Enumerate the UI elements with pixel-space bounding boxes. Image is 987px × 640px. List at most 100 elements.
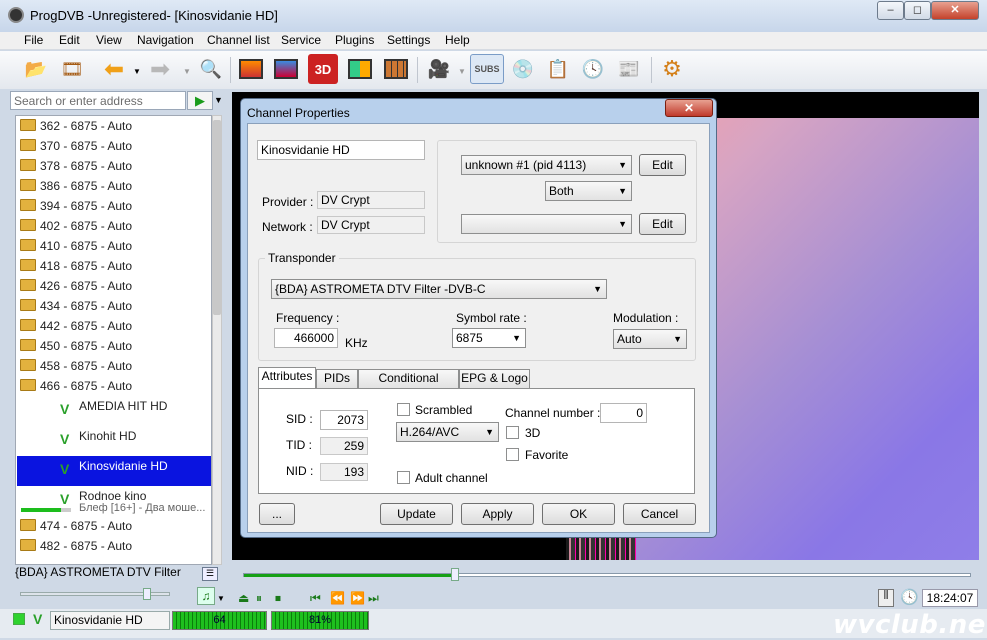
scan-icon[interactable]: 🔍 [196,54,226,84]
transponder-item[interactable]: 410 - 6875 - Auto [17,236,211,256]
epg-list-icon[interactable]: 📋 [543,54,573,84]
transponder-item[interactable]: 434 - 6875 - Auto [17,296,211,316]
menu-view[interactable]: View [96,33,122,47]
skip-back-icon[interactable]: ⏮ [310,591,321,606]
transponder-item[interactable]: 474 - 6875 - Auto [17,516,211,536]
tab-conditional-access[interactable]: Conditional Access [358,369,459,402]
tab-epg-logo[interactable]: EPG & Logo [459,369,530,388]
menu-help[interactable]: Help [445,33,470,47]
forward-arrow-icon[interactable]: ➡ [145,54,175,84]
apply-button[interactable]: Apply [461,503,534,525]
record-dropdown-icon[interactable]: ▼ [458,67,466,76]
volume-knob[interactable] [143,588,151,600]
adult-channel-checkbox[interactable] [397,471,410,484]
scrambled-checkbox[interactable] [397,403,410,416]
codec-select[interactable]: H.264/AVC ▼ [396,422,499,442]
transponder-item[interactable]: 426 - 6875 - Auto [17,276,211,296]
film-reel-icon[interactable]: 🎞 [57,54,87,84]
subtitles-icon[interactable]: SUBS [470,54,504,84]
record-icon[interactable]: 🎥 [424,54,454,84]
transponder-item[interactable]: 458 - 6875 - Auto [17,356,211,376]
subtitle-track-select[interactable]: ▼ [461,214,632,234]
3d-checkbox[interactable] [506,426,519,439]
pip-icon[interactable] [345,54,375,84]
gear-icon[interactable]: ⚙ [657,54,687,84]
edit-subtitle-button[interactable]: Edit [639,213,686,235]
tab-pids[interactable]: PIDs [316,369,358,388]
scrollbar-thumb[interactable] [213,120,221,315]
audio-dropdown-icon[interactable]: ▼ [217,594,225,603]
forward-dropdown-icon[interactable]: ▼ [183,67,191,76]
edit-audio-button[interactable]: Edit [639,154,686,176]
channel-item-selected[interactable]: V Kinosvidanie HD [17,456,211,486]
info-panel-icon[interactable]: 📰 [614,54,644,84]
mosaic-icon[interactable] [381,54,411,84]
seek-knob[interactable] [451,568,459,581]
rewind-icon[interactable]: ⏪ [330,591,345,605]
provider-field[interactable]: DV Crypt [317,191,425,209]
transponder-item[interactable]: 482 - 6875 - Auto [17,536,211,556]
modulation-select[interactable]: Auto ▼ [613,329,687,349]
transponder-item[interactable]: 402 - 6875 - Auto [17,216,211,236]
audio-note-icon[interactable]: ♫ [197,587,215,605]
transponder-item[interactable]: 370 - 6875 - Auto [17,136,211,156]
tab-attributes[interactable]: Attributes [258,367,316,389]
equalizer-icon[interactable]: ⫼ [878,589,894,607]
channel-item[interactable]: V Rodnoe kino Блеф [16+] - Два моше... [17,486,211,516]
favorite-checkbox[interactable] [506,448,519,461]
transponder-item[interactable]: 442 - 6875 - Auto [17,316,211,336]
transponder-item[interactable]: 362 - 6875 - Auto [17,116,211,136]
network-field[interactable]: DV Crypt [317,216,425,234]
menu-navigation[interactable]: Navigation [137,33,194,47]
channel-name-input[interactable]: Kinosvidanie HD [257,140,425,160]
channel-item[interactable]: V Kinohit HD [17,426,211,456]
sid-input[interactable]: 2073 [320,410,368,430]
menu-edit[interactable]: Edit [59,33,80,47]
channel-number-input[interactable]: 0 [600,403,647,423]
frequency-input[interactable]: 466000 [274,328,338,348]
transponder-item[interactable]: 418 - 6875 - Auto [17,256,211,276]
window-mode-icon[interactable] [271,54,301,84]
disc-icon[interactable]: 💿 [508,54,538,84]
back-arrow-icon[interactable]: ⬅ [99,54,129,84]
menu-file[interactable]: File [24,33,43,47]
back-dropdown-icon[interactable]: ▼ [133,67,141,76]
tid-field[interactable]: 259 [320,437,368,455]
transponder-item[interactable]: 378 - 6875 - Auto [17,156,211,176]
skip-forward-icon[interactable]: ⏭ [368,591,379,606]
menu-channel-list[interactable]: Channel list [207,33,270,47]
tv-screen-icon[interactable] [236,54,266,84]
menu-service[interactable]: Service [281,33,321,47]
transponder-device-select[interactable]: {BDA} ASTROMETA DTV Filter -DVB-C ▼ [271,279,607,299]
pause-icon[interactable]: ⏸ [256,591,262,606]
channel-list[interactable]: 362 - 6875 - Auto 370 - 6875 - Auto 378 … [15,115,212,565]
maximize-button[interactable]: ◻ [904,1,931,20]
nid-field[interactable]: 193 [320,463,368,481]
go-dropdown-icon[interactable]: ▼ [214,95,223,105]
stop-icon[interactable]: ⏹ [275,591,281,606]
3d-icon[interactable]: 3D [308,54,338,84]
dialog-close-button[interactable]: ✕ [665,99,713,117]
cancel-button[interactable]: Cancel [623,503,696,525]
transponder-item[interactable]: 466 - 6875 - Auto [17,376,211,396]
ok-button[interactable]: OK [542,503,615,525]
transponder-item[interactable]: 450 - 6875 - Auto [17,336,211,356]
menu-settings[interactable]: Settings [387,33,430,47]
menu-plugins[interactable]: Plugins [335,33,374,47]
more-button[interactable]: ... [259,503,295,525]
audio-mode-select[interactable]: Both ▼ [545,181,632,201]
fast-forward-icon[interactable]: ⏩ [350,591,365,605]
update-button[interactable]: Update [380,503,453,525]
transponder-item[interactable]: 394 - 6875 - Auto [17,196,211,216]
close-button[interactable]: ✕ [931,1,979,20]
source-list-icon[interactable]: ☰ [202,567,218,581]
symbol-rate-select[interactable]: 6875 ▼ [452,328,526,348]
transponder-item[interactable]: 386 - 6875 - Auto [17,176,211,196]
go-play-icon[interactable]: ▶ [187,91,213,110]
scheduler-clock-icon[interactable]: 🕓 [578,54,608,84]
channel-item[interactable]: V AMEDIA HIT HD [17,396,211,426]
audio-track-select[interactable]: unknown #1 (pid 4113) ▼ [461,155,632,175]
open-folder-icon[interactable]: 📂 [21,54,51,84]
eject-icon[interactable]: ⏏ [238,591,249,605]
search-input[interactable]: Search or enter address [10,91,186,110]
